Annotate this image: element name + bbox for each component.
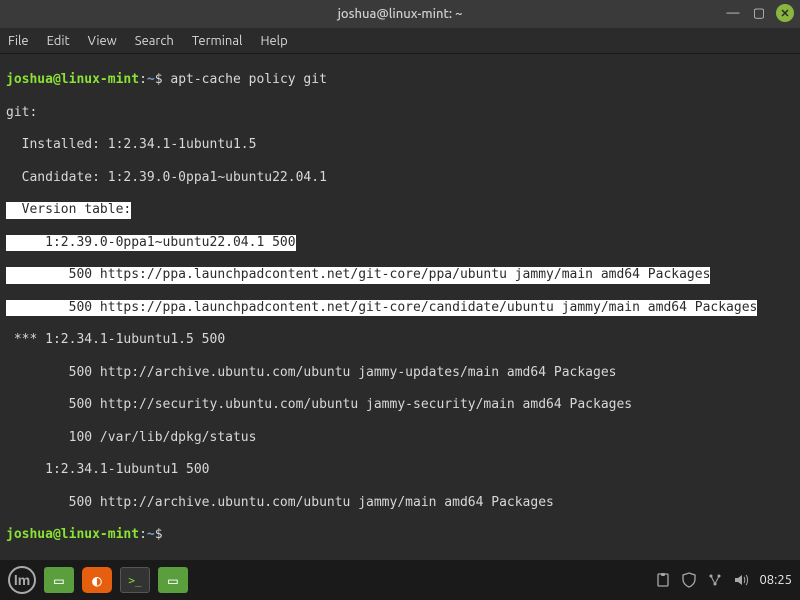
clipboard-icon[interactable] <box>655 572 671 588</box>
prompt-path: ~ <box>147 72 155 87</box>
menu-view[interactable]: View <box>88 34 117 48</box>
maximize-button[interactable]: ▢ <box>750 4 768 22</box>
out-v2-src3: 100 /var/lib/dpkg/status <box>6 430 794 446</box>
menu-search[interactable]: Search <box>135 34 174 48</box>
taskbar-left: lm ▭ ◐ >_ ▭ <box>8 566 188 594</box>
entered-command: apt-cache policy git <box>170 72 327 87</box>
clock[interactable]: 08:25 <box>759 573 792 587</box>
menubar: File Edit View Search Terminal Help <box>0 28 800 54</box>
close-button[interactable]: ✕ <box>776 4 794 22</box>
out-v1-src2: 500 https://ppa.launchpadcontent.net/git… <box>6 300 794 316</box>
out-candidate: Candidate: 1:2.39.0-0ppa1~ubuntu22.04.1 <box>6 170 794 186</box>
titlebar: joshua@linux-mint: ~ — ▢ ✕ <box>0 0 800 28</box>
files-icon[interactable]: ▭ <box>158 567 188 593</box>
prompt-sigil-2: $ <box>155 527 163 542</box>
menu-terminal[interactable]: Terminal <box>192 34 243 48</box>
mint-menu-button[interactable]: lm <box>8 566 36 594</box>
terminal-launcher-icon[interactable]: >_ <box>120 567 150 593</box>
prompt-path-2: ~ <box>147 527 155 542</box>
taskbar-right: 08:25 <box>655 572 792 588</box>
menu-edit[interactable]: Edit <box>47 34 70 48</box>
shield-icon[interactable] <box>681 572 697 588</box>
prompt-sigil: $ <box>155 72 163 87</box>
prompt-line-2: joshua@linux-mint:~$ <box>6 527 794 543</box>
prompt-sep: : <box>139 72 147 87</box>
prompt-user-2: joshua@linux-mint <box>6 527 139 542</box>
out-installed: Installed: 1:2.34.1-1ubuntu1.5 <box>6 137 794 153</box>
out-v2-header: *** 1:2.34.1-1ubuntu1.5 500 <box>6 332 794 348</box>
minimize-button[interactable]: — <box>724 4 742 22</box>
terminal-area[interactable]: joshua@linux-mint:~$ apt-cache policy gi… <box>0 54 800 560</box>
out-v1-src1: 500 https://ppa.launchpadcontent.net/git… <box>6 267 794 283</box>
menu-file[interactable]: File <box>8 34 29 48</box>
network-icon[interactable] <box>707 572 723 588</box>
window-controls: — ▢ ✕ <box>724 4 794 22</box>
prompt-user: joshua@linux-mint <box>6 72 139 87</box>
out-version-table: Version table: <box>6 202 794 218</box>
window-title: joshua@linux-mint: ~ <box>338 7 463 21</box>
out-v2-src1: 500 http://archive.ubuntu.com/ubuntu jam… <box>6 365 794 381</box>
out-v3-src1: 500 http://archive.ubuntu.com/ubuntu jam… <box>6 495 794 511</box>
volume-icon[interactable] <box>733 572 749 588</box>
out-pkg: git: <box>6 105 794 121</box>
menu-help[interactable]: Help <box>260 34 287 48</box>
prompt-line-1: joshua@linux-mint:~$ apt-cache policy gi… <box>6 72 794 88</box>
terminal-window: joshua@linux-mint: ~ — ▢ ✕ File Edit Vie… <box>0 0 800 560</box>
out-v1-header: 1:2.39.0-0ppa1~ubuntu22.04.1 500 <box>6 235 794 251</box>
out-v2-src2: 500 http://security.ubuntu.com/ubuntu ja… <box>6 397 794 413</box>
out-v3-header: 1:2.34.1-1ubuntu1 500 <box>6 462 794 478</box>
taskbar: lm ▭ ◐ >_ ▭ 08:25 <box>0 560 800 600</box>
firefox-icon[interactable]: ◐ <box>82 567 112 593</box>
show-desktop-icon[interactable]: ▭ <box>44 567 74 593</box>
prompt-sep-2: : <box>139 527 147 542</box>
